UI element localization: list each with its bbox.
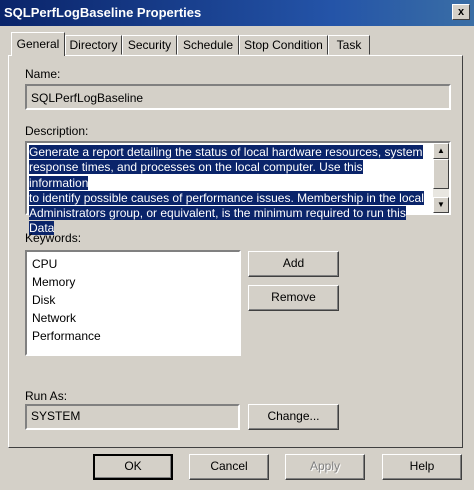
apply-button[interactable]: Apply [285, 454, 365, 480]
scroll-up-icon[interactable]: ▲ [433, 143, 449, 159]
keyword-item[interactable]: CPU [32, 255, 239, 273]
scroll-thumb[interactable] [433, 159, 449, 189]
cancel-button[interactable]: Cancel [189, 454, 269, 480]
ok-button[interactable]: OK [93, 454, 173, 480]
scroll-down-icon[interactable]: ▼ [433, 197, 449, 213]
keyword-item[interactable]: Memory [32, 273, 239, 291]
run-as-field: SYSTEM [25, 404, 240, 430]
keyword-item[interactable]: Performance [32, 327, 239, 345]
run-as-label: Run As: [25, 389, 68, 403]
description-label: Description: [25, 124, 89, 138]
close-icon[interactable]: x [452, 4, 470, 20]
description-line: Generate a report detailing the status o… [29, 145, 423, 159]
remove-keyword-button[interactable]: Remove [248, 285, 339, 311]
tab-stop-condition[interactable]: Stop Condition [239, 35, 328, 55]
window-title: SQLPerfLogBaseline Properties [4, 5, 202, 20]
tab-general[interactable]: General [11, 32, 65, 56]
tab-security[interactable]: Security [122, 35, 177, 55]
tab-directory[interactable]: Directory [65, 35, 122, 55]
keyword-item[interactable]: Network [32, 309, 239, 327]
change-button[interactable]: Change... [248, 404, 339, 430]
name-label: Name: [25, 67, 61, 81]
description-line: Administrators group, or equivalent, is … [29, 206, 406, 236]
title-bar[interactable]: SQLPerfLogBaseline Properties x [0, 0, 474, 26]
description-line: response times, and processes on the loc… [29, 160, 363, 190]
keyword-item[interactable]: Disk [32, 291, 239, 309]
add-keyword-button[interactable]: Add [248, 251, 339, 277]
description-line: to identify possible causes of performan… [29, 190, 424, 205]
help-button[interactable]: Help [382, 454, 462, 480]
keywords-label: Keywords: [25, 231, 82, 245]
keywords-listbox[interactable]: CPU Memory Disk Network Performance [25, 250, 241, 356]
description-scrollbar[interactable]: ▲ ▼ [433, 143, 449, 213]
tab-task[interactable]: Task [328, 35, 370, 55]
description-textarea[interactable]: Generate a report detailing the status o… [25, 141, 451, 236]
tab-schedule[interactable]: Schedule [177, 35, 239, 55]
name-field: SQLPerfLogBaseline [25, 84, 451, 110]
